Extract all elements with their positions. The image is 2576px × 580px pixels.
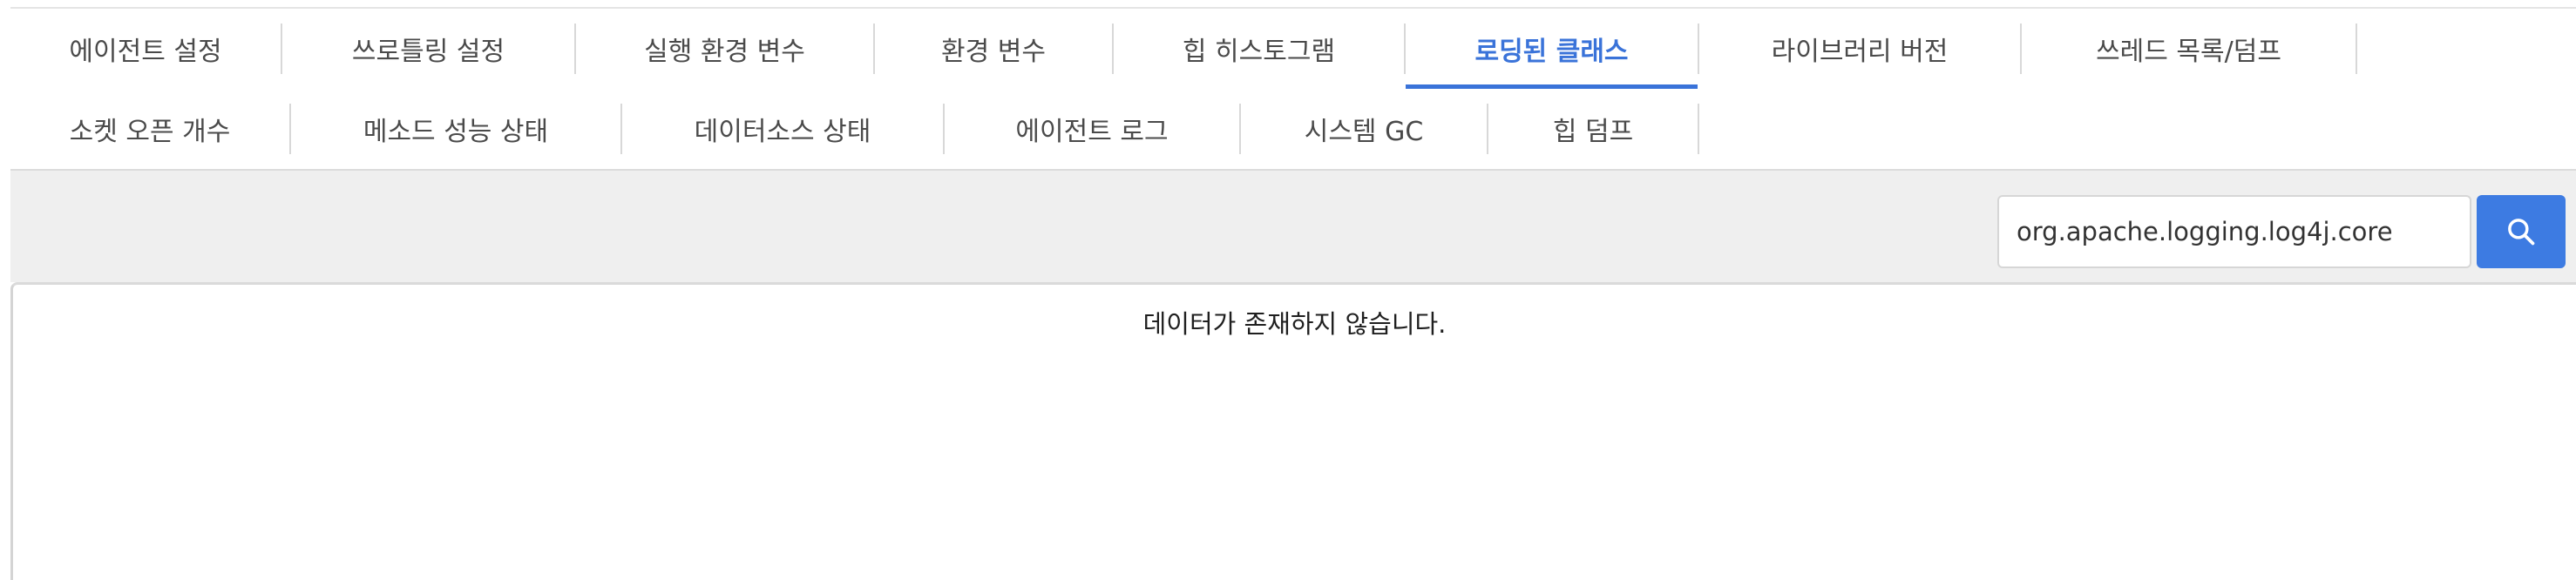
tab-library-versions[interactable]: 라이브러리 버전 [1699,9,2020,89]
tab-socket-open-count[interactable]: 소켓 오픈 개수 [10,89,289,169]
results-panel: 데이터가 존재하지 않습니다. [10,282,2576,580]
tab-throttling-settings[interactable]: 쓰로틀링 설정 [282,9,574,89]
tab-separator [2356,24,2357,74]
tab-bar: 에이전트 설정 쓰로틀링 설정 실행 환경 변수 환경 변수 힙 히스토그램 로… [10,9,2576,169]
empty-message: 데이터가 존재하지 않습니다. [1142,309,1447,339]
search-button[interactable] [2477,195,2566,268]
tab-system-gc[interactable]: 시스템 GC [1241,89,1487,169]
tab-agent-log[interactable]: 에이전트 로그 [945,89,1239,169]
tab-datasource-status[interactable]: 데이터소스 상태 [622,89,943,169]
search-toolbar [10,171,2576,282]
tab-separator [1698,104,1699,154]
tab-heap-dump[interactable]: 힙 덤프 [1488,89,1698,169]
search-input[interactable] [1997,195,2471,268]
tab-loaded-classes[interactable]: 로딩된 클래스 [1406,9,1698,89]
tab-thread-list-dump[interactable]: 쓰레드 목록/덤프 [2022,9,2356,89]
loaded-classes-page: 에이전트 설정 쓰로틀링 설정 실행 환경 변수 환경 변수 힙 히스토그램 로… [0,0,2576,580]
search-icon [2508,219,2535,246]
tab-method-performance[interactable]: 메소드 성능 상태 [291,89,620,169]
tab-heap-histogram[interactable]: 힙 히스토그램 [1114,9,1404,89]
tab-agent-settings[interactable]: 에이전트 설정 [10,9,281,89]
tab-runtime-env-vars[interactable]: 실행 환경 변수 [576,9,873,89]
tab-env-vars[interactable]: 환경 변수 [875,9,1112,89]
tab-row-2: 소켓 오픈 개수 메소드 성능 상태 데이터소스 상태 에이전트 로그 시스템 … [10,89,1699,169]
tab-row-1: 에이전트 설정 쓰로틀링 설정 실행 환경 변수 환경 변수 힙 히스토그램 로… [10,9,2357,89]
